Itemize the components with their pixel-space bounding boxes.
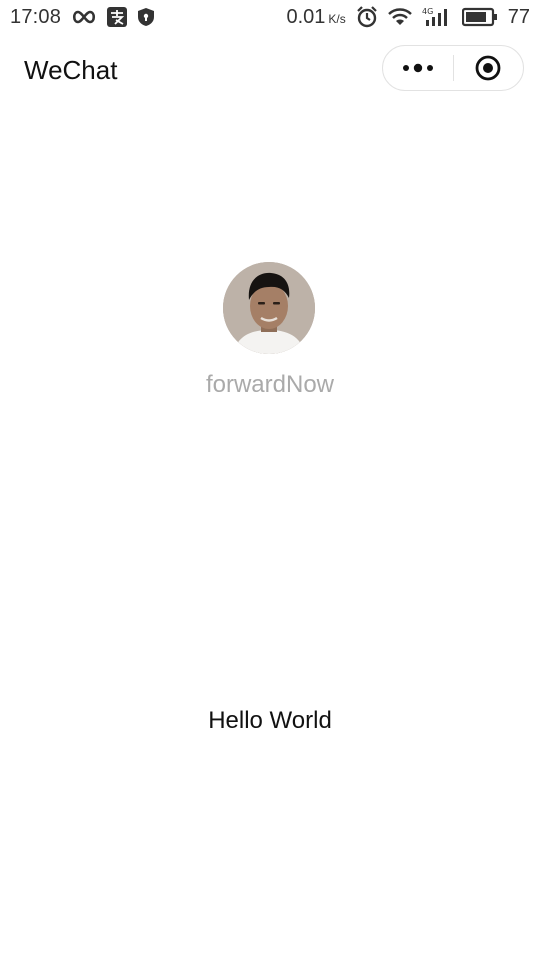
network-speed-unit: K/s bbox=[328, 11, 346, 26]
infinity-icon bbox=[71, 10, 97, 24]
avatar-image bbox=[223, 262, 315, 354]
user-nickname: forwardNow bbox=[205, 371, 335, 398]
more-menu-button[interactable] bbox=[383, 46, 453, 90]
status-time: 17:08 bbox=[10, 5, 62, 28]
battery-level: 77 bbox=[507, 5, 530, 28]
status-bar-left: 17:08 bbox=[10, 6, 155, 29]
status-bar-right: 0.01 K/s 4G 77 bbox=[286, 6, 530, 29]
battery-icon bbox=[461, 7, 498, 27]
miniprogram-capsule bbox=[382, 45, 524, 91]
svg-text:4G: 4G bbox=[422, 7, 433, 16]
status-bar: 17:08 0.01 K/s 4G 77 bbox=[0, 0, 540, 34]
signal-4g-icon: 4G bbox=[422, 6, 452, 28]
alipay-icon bbox=[107, 7, 128, 27]
more-dots-icon bbox=[402, 63, 434, 73]
navigation-bar: WeChat bbox=[0, 34, 540, 106]
user-avatar[interactable] bbox=[223, 262, 315, 354]
network-speed: 0.01 K/s bbox=[286, 6, 345, 29]
motto-text: Hello World bbox=[208, 707, 332, 734]
target-circle-icon bbox=[474, 54, 502, 82]
page-title: WeChat bbox=[24, 55, 118, 85]
shield-icon bbox=[137, 7, 155, 27]
wifi-icon bbox=[387, 7, 412, 27]
network-speed-value: 0.01 bbox=[286, 5, 326, 28]
alarm-icon bbox=[356, 6, 378, 28]
close-miniprogram-button[interactable] bbox=[454, 46, 524, 90]
